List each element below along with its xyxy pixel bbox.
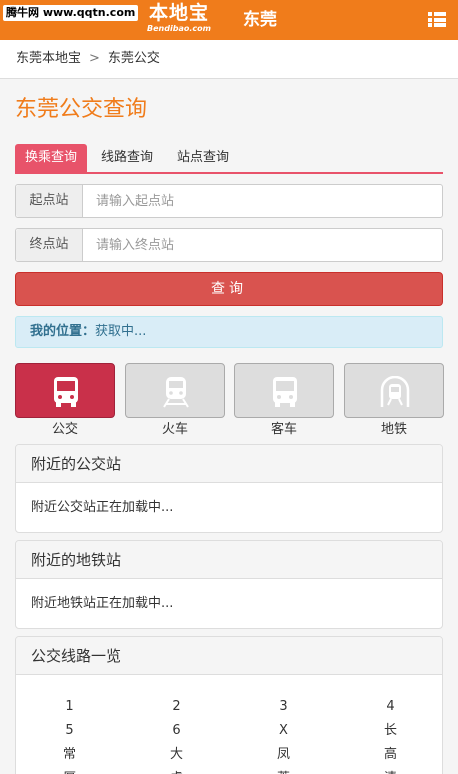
bus-line-link[interactable]: 清 xyxy=(337,769,442,774)
train-icon xyxy=(163,377,189,408)
nearby-bus-panel: 附近的公交站 附近公交站正在加载中... xyxy=(15,444,443,533)
page-title: 东莞公交查询 xyxy=(15,97,148,122)
bus-line-link[interactable]: 5 xyxy=(16,721,123,741)
tab-transfer-query[interactable]: 换乘查询 xyxy=(15,144,88,172)
bus-icon xyxy=(54,377,78,407)
bus-line-link[interactable]: 莞 xyxy=(230,769,337,774)
subway-icon xyxy=(380,376,410,407)
bus-line-link[interactable]: 大 xyxy=(123,745,230,765)
city-selector[interactable]: 东莞 xyxy=(243,9,277,31)
bus-line-link[interactable]: 厚 xyxy=(16,769,123,774)
bus-line-link[interactable]: 高 xyxy=(337,745,442,765)
location-status: 获取中... xyxy=(95,324,147,339)
bus-line-link[interactable]: 凤 xyxy=(230,745,337,765)
breadcrumb-separator: > xyxy=(89,51,100,66)
start-station-field: 起点站 xyxy=(15,184,443,218)
bus-line-link[interactable]: 长 xyxy=(337,721,442,741)
tab-line-query[interactable]: 线路查询 xyxy=(91,144,163,172)
bus-line-link[interactable]: 6 xyxy=(123,721,230,741)
bus-line-link[interactable]: 2 xyxy=(123,697,230,717)
nearby-bus-status: 附近公交站正在加载中... xyxy=(31,500,174,515)
mode-coach-button[interactable] xyxy=(234,363,334,418)
nearby-subway-title: 附近的地铁站 xyxy=(16,541,442,579)
query-tabs: 换乘查询 线路查询 站点查询 xyxy=(15,144,443,174)
start-station-input[interactable] xyxy=(84,185,442,217)
bus-lines-grid: 1 2 3 4 5 6 X 长 常 大 凤 高 厚 虎 莞 清 xyxy=(16,675,442,774)
mode-train-button[interactable] xyxy=(125,363,225,418)
mode-coach-label: 客车 xyxy=(270,422,297,437)
nearby-subway-panel: 附近的地铁站 附近地铁站正在加载中... xyxy=(15,540,443,629)
bus-line-link[interactable]: 1 xyxy=(16,697,123,717)
menu-icon[interactable] xyxy=(428,12,446,27)
breadcrumb: 东莞本地宝 > 东莞公交 xyxy=(0,40,458,79)
end-station-field: 终点站 xyxy=(15,228,443,262)
end-station-label: 终点站 xyxy=(16,229,83,261)
mode-subway-label: 地铁 xyxy=(380,422,407,437)
bus-line-link[interactable]: 虎 xyxy=(123,769,230,774)
mode-train-label: 火车 xyxy=(161,422,188,437)
logo-text: 本地宝 xyxy=(148,2,209,24)
mode-bus-label: 公交 xyxy=(51,422,78,437)
bus-lines-panel: 公交线路一览 1 2 3 4 5 6 X 长 常 大 凤 高 厚 虎 莞 清 xyxy=(15,636,443,774)
bus-line-link[interactable]: X xyxy=(230,721,337,741)
tab-stop-query[interactable]: 站点查询 xyxy=(167,144,239,172)
end-station-input[interactable] xyxy=(84,229,442,261)
coach-icon xyxy=(273,377,297,407)
breadcrumb-home-link[interactable]: 东莞本地宝 xyxy=(16,51,81,66)
bus-lines-title: 公交线路一览 xyxy=(16,637,442,675)
location-label: 我的位置： xyxy=(30,324,96,339)
nearby-bus-title: 附近的公交站 xyxy=(16,445,442,483)
mode-subway-button[interactable] xyxy=(344,363,444,418)
bus-line-link[interactable]: 4 xyxy=(337,697,442,717)
my-location-bar: 我的位置：获取中... xyxy=(15,316,443,348)
start-station-label: 起点站 xyxy=(16,185,83,217)
watermark-badge: 腾牛网 www.qqtn.com xyxy=(3,5,139,21)
nearby-subway-status: 附近地铁站正在加载中... xyxy=(31,596,174,611)
mode-bus-button[interactable] xyxy=(15,363,115,418)
top-header: 腾牛网 www.qqtn.com 本地宝 Bendibao.com 东莞 xyxy=(0,0,458,40)
bus-line-link[interactable]: 3 xyxy=(230,697,337,717)
bendibao-logo[interactable]: 本地宝 Bendibao.com xyxy=(140,2,218,36)
logo-domain: Bendibao.com xyxy=(147,24,211,33)
breadcrumb-current-link[interactable]: 东莞公交 xyxy=(108,51,160,66)
bus-line-link[interactable]: 常 xyxy=(16,745,123,765)
query-button[interactable]: 查询 xyxy=(15,272,443,306)
